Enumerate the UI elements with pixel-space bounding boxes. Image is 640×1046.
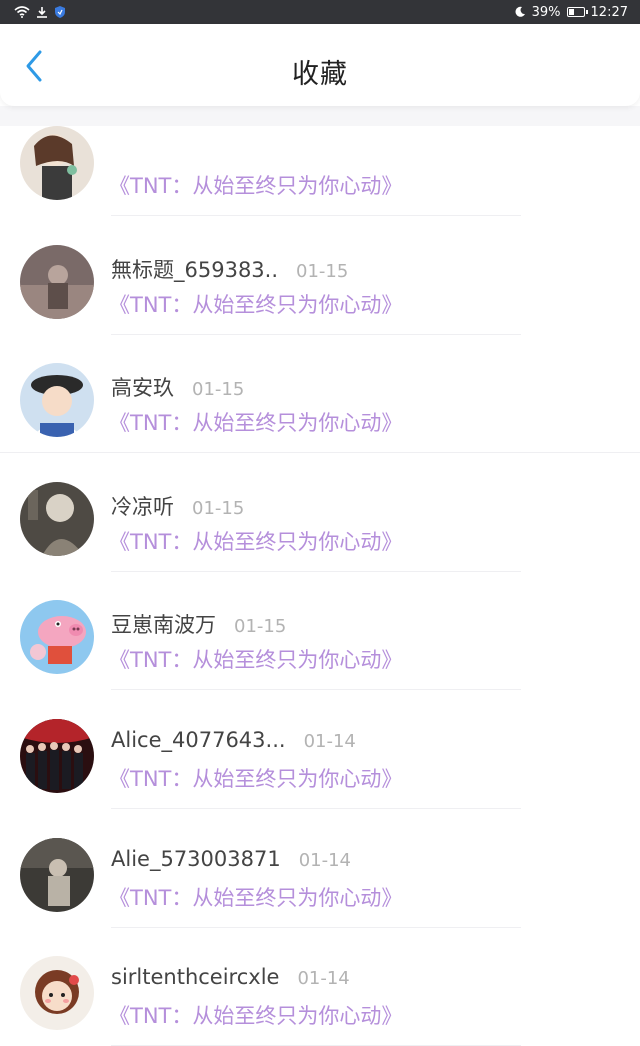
- date-label: 01-14: [303, 731, 356, 752]
- divider: [111, 689, 521, 690]
- favorite-title-link[interactable]: 《TNT：从始至终只为你心动》: [109, 526, 402, 556]
- avatar[interactable]: [20, 719, 94, 793]
- avatar[interactable]: [20, 838, 94, 912]
- name-line: 無标题_659383.. 01-15: [111, 254, 348, 284]
- list-item[interactable]: 高安玖 01-15 《TNT：从始至终只为你心动》: [0, 335, 640, 453]
- list-item[interactable]: 無标题_659383.. 01-15 《TNT：从始至终只为你心动》: [0, 217, 640, 335]
- favorite-title-link[interactable]: 《TNT：从始至终只为你心动》: [109, 644, 402, 674]
- date-label: 01-15: [192, 498, 245, 519]
- list-item[interactable]: 豆崽南波万 01-15 《TNT：从始至终只为你心动》: [0, 572, 640, 690]
- list-item[interactable]: 冷凉听 01-15 《TNT：从始至终只为你心动》: [0, 454, 640, 572]
- list-item[interactable]: Alice_4077643... 01-14 《TNT：从始至终只为你心动》: [0, 691, 640, 809]
- date-label: 01-15: [192, 379, 245, 400]
- user-name[interactable]: 豆崽南波万: [111, 609, 216, 639]
- user-name[interactable]: Alice_4077643...: [111, 728, 286, 752]
- header-bar: 收藏: [0, 24, 640, 106]
- list-item[interactable]: sirltenthceircxle 01-14 《TNT：从始至终只为你心动》: [0, 928, 640, 1046]
- date-label: 01-14: [298, 850, 352, 871]
- favorite-title-link[interactable]: 《TNT：从始至终只为你心动》: [109, 289, 402, 319]
- name-line: Alie_573003871 01-14: [111, 847, 351, 871]
- favorite-title-link[interactable]: 《TNT：从始至终只为你心动》: [109, 882, 402, 912]
- favorite-title-link[interactable]: 《TNT：从始至终只为你心动》: [109, 1000, 402, 1030]
- name-line: sirltenthceircxle 01-14: [111, 965, 350, 989]
- name-line: 豆崽南波万 01-15: [111, 609, 286, 639]
- list-item[interactable]: Alie_573003871 01-14 《TNT：从始至终只为你心动》: [0, 810, 640, 928]
- avatar[interactable]: [20, 126, 94, 200]
- user-name[interactable]: 高安玖: [111, 372, 174, 402]
- avatar[interactable]: [20, 482, 94, 556]
- user-name[interactable]: 冷凉听: [111, 491, 174, 521]
- name-line: 冷凉听 01-15: [111, 491, 244, 521]
- date-label: 01-14: [297, 968, 350, 989]
- avatar[interactable]: [20, 363, 94, 437]
- favorite-title-link[interactable]: 《TNT：从始至终只为你心动》: [109, 763, 402, 793]
- avatar[interactable]: [20, 600, 94, 674]
- favorite-title-link[interactable]: 《TNT：从始至终只为你心动》: [109, 407, 402, 437]
- date-label: 01-15: [234, 616, 287, 637]
- favorites-list: 《TNT：从始至终只为你心动》 無标题_659383.. 01-15 《TNT：从始至…: [0, 0, 640, 1046]
- avatar[interactable]: [20, 245, 94, 319]
- user-name[interactable]: Alie_573003871: [111, 847, 281, 871]
- user-name[interactable]: 無标题_659383..: [111, 254, 278, 284]
- divider: [111, 215, 521, 216]
- divider: [0, 452, 640, 453]
- date-label: 01-15: [296, 261, 349, 282]
- divider: [111, 808, 521, 809]
- user-name[interactable]: sirltenthceircxle: [111, 965, 279, 989]
- header-spacer: [0, 106, 640, 126]
- page-title: 收藏: [292, 59, 348, 90]
- avatar[interactable]: [20, 956, 94, 1030]
- name-line: 高安玖 01-15: [111, 372, 244, 402]
- name-line: Alice_4077643... 01-14: [111, 728, 356, 752]
- favorite-title-link[interactable]: 《TNT：从始至终只为你心动》: [109, 170, 402, 200]
